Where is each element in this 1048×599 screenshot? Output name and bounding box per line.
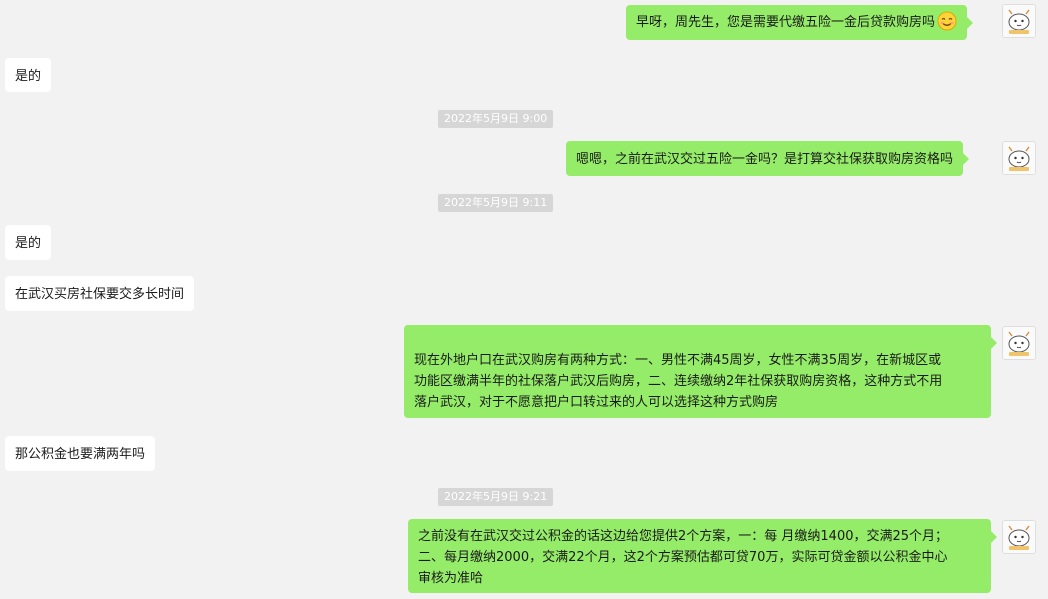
- received-message[interactable]: 在武汉买房社保要交多长时间: [5, 276, 195, 311]
- cartoon-avatar-icon: [1003, 142, 1035, 174]
- timestamp: 2022年5月9日 9:00: [438, 110, 554, 128]
- cartoon-avatar-icon: [1003, 327, 1035, 359]
- chat-window: 早呀，周先生，您是需要代缴五险一金后贷款购房吗 是的 2022年5月9日 9:0…: [0, 0, 1048, 599]
- message-line: 落户武汉，对于不愿意把户口转过来的人可以选择这种方式购房: [414, 395, 779, 410]
- sent-message[interactable]: 现在外地户口在武汉购房有两种方式：一、男性不满45周岁，女性不满35周岁，在新城…: [404, 325, 997, 418]
- sent-message[interactable]: 嗯嗯，之前在武汉交过五险一金吗？是打算交社保获取购房资格吗: [566, 141, 970, 176]
- user-avatar[interactable]: [1002, 141, 1036, 175]
- user-avatar[interactable]: [1002, 4, 1036, 38]
- user-avatar[interactable]: [1002, 326, 1036, 360]
- message-line: 审核为准哈: [418, 571, 484, 586]
- timestamp: 2022年5月9日 9:11: [438, 194, 554, 212]
- received-message[interactable]: 是的: [5, 225, 52, 260]
- message-line: 现在外地户口在武汉购房有两种方式：一、男性不满45周岁，女性不满35周岁，在新城…: [414, 353, 942, 368]
- message-text: 早呀，周先生，您是需要代缴五险一金后贷款购房吗: [636, 15, 936, 30]
- message-text: 那公积金也要满两年吗: [15, 447, 146, 462]
- received-message[interactable]: 是的: [5, 58, 52, 92]
- sent-message[interactable]: 早呀，周先生，您是需要代缴五险一金后贷款购房吗: [626, 5, 974, 40]
- cartoon-avatar-icon: [1003, 5, 1035, 37]
- received-message[interactable]: 那公积金也要满两年吗: [5, 436, 156, 471]
- message-line: 功能区缴满半年的社保落户武汉后购房，二、连续缴纳2年社保获取购房资格，这种方式不…: [414, 374, 943, 389]
- message-line: 二、每月缴纳2000，交满22个月，这2个方案预估都可贷70万，实际可贷金额以公…: [418, 550, 948, 565]
- message-text: 嗯嗯，之前在武汉交过五险一金吗？是打算交社保获取购房资格吗: [576, 152, 954, 167]
- message-text: 在武汉买房社保要交多长时间: [15, 287, 185, 302]
- message-text: 是的: [15, 236, 42, 251]
- sent-message[interactable]: 之前没有在武汉交过公积金的话这边给您提供2个方案，一：每 月缴纳1400，交满2…: [408, 519, 997, 593]
- timestamp: 2022年5月9日 9:21: [438, 488, 554, 506]
- user-avatar[interactable]: [1002, 520, 1036, 554]
- cartoon-avatar-icon: [1003, 521, 1035, 553]
- message-line: 之前没有在武汉交过公积金的话这边给您提供2个方案，一：每 月缴纳1400，交满2…: [418, 529, 949, 544]
- message-text: 是的: [15, 69, 42, 84]
- smiling-face-emoji-icon: [937, 11, 957, 31]
